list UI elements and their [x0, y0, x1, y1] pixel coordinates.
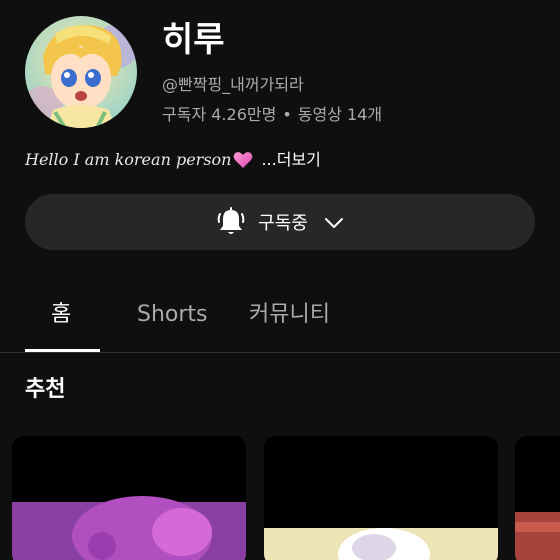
section-title: 추천	[25, 377, 66, 402]
stats-separator: •	[282, 105, 292, 124]
more-link[interactable]: ...더보기	[261, 149, 320, 171]
chevron-down-icon	[324, 215, 344, 229]
active-tab-indicator	[25, 349, 100, 352]
video-count: 동영상 14개	[297, 105, 383, 124]
bell-ringing-icon	[216, 206, 246, 238]
channel-stats: 구독자 4.26만명 • 동영상 14개	[162, 104, 382, 126]
channel-tabs: 홈 Shorts 커뮤니티	[0, 290, 560, 353]
tab-shorts[interactable]: Shorts	[137, 300, 208, 330]
subscribed-button[interactable]: 구독중	[25, 194, 535, 250]
video-card[interactable]	[515, 436, 560, 560]
video-thumbnail	[515, 436, 560, 560]
channel-name: 히루	[162, 20, 225, 60]
subscriber-count: 구독자 4.26만명	[162, 105, 277, 124]
tab-home[interactable]: 홈	[51, 300, 71, 330]
channel-handle: @빤짝핑_내꺼가되라	[162, 75, 304, 94]
video-thumbnail	[12, 436, 246, 560]
video-card[interactable]	[12, 436, 246, 560]
pink-heart-icon	[233, 151, 253, 169]
video-card[interactable]	[264, 436, 498, 560]
channel-avatar[interactable]	[25, 16, 137, 128]
subscribed-label: 구독중	[258, 213, 308, 234]
tab-community[interactable]: 커뮤니티	[249, 300, 330, 330]
video-thumbnail	[264, 436, 498, 560]
description-text: Hello I am korean person	[25, 150, 232, 169]
avatar-image	[25, 16, 137, 128]
channel-description[interactable]: Hello I am korean person ...더보기	[25, 149, 321, 171]
